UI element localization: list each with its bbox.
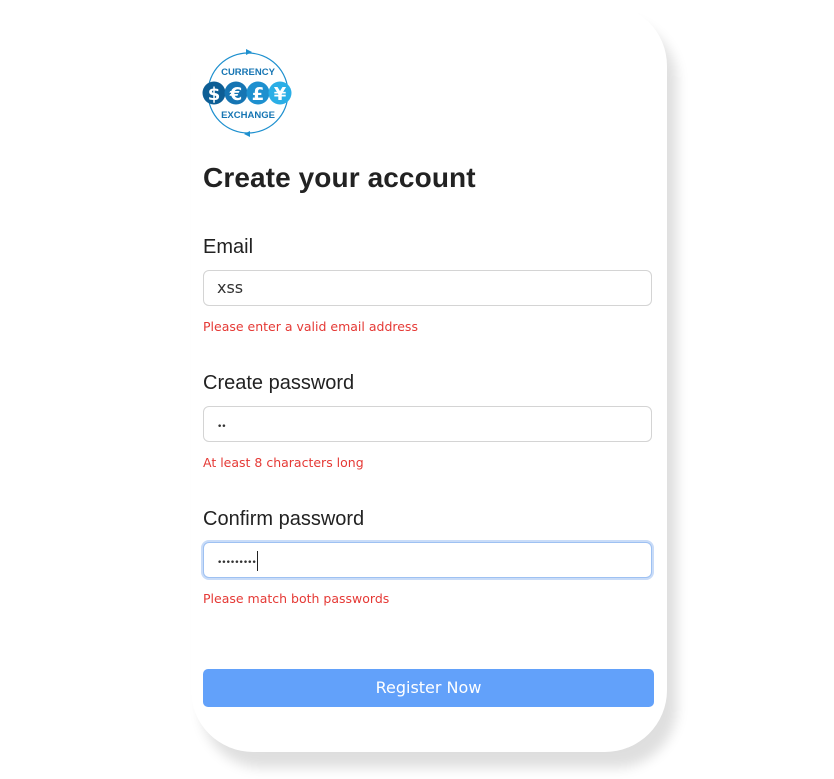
create-password-error: At least 8 characters long [203,455,364,470]
logo-bottom-text: EXCHANGE [221,110,275,121]
pound-symbol: £ [252,84,265,105]
create-password-value: •• [217,422,227,432]
logo-arrow-bottom-icon [244,131,250,137]
confirm-password-label: Confirm password [203,508,365,530]
confirm-password-error: Please match both passwords [203,591,390,606]
create-password-label: Create password [203,372,355,394]
email-error: Please enter a valid email address [203,319,418,334]
register-now-button[interactable]: Register Now [203,669,654,707]
logo-arrow-top-icon [246,49,252,55]
text-caret [256,550,258,571]
dollar-symbol: $ [208,84,221,105]
logo-top-text: CURRENCY [221,67,276,78]
email-value: xss [217,278,244,297]
email-field[interactable]: xss [203,270,652,306]
euro-symbol: € [229,84,243,105]
yen-symbol: ¥ [274,84,287,105]
currency-exchange-logo: CURRENCY $ € £ ¥ EXCHANGE [202,49,292,137]
confirm-password-value: ••••••••• [217,558,257,568]
create-password-field[interactable]: •• [203,406,652,442]
email-label: Email [203,236,254,258]
confirm-password-field[interactable]: ••••••••• [203,542,652,578]
page-title: Create your account [203,162,476,193]
